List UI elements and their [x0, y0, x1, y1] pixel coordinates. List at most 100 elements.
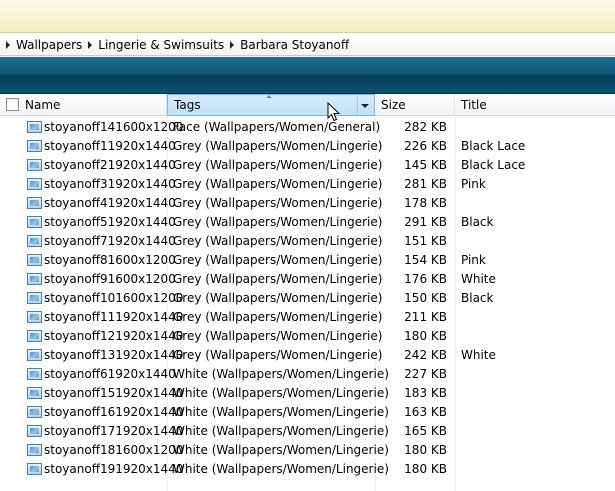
file-row[interactable]: stoyanoff71920x1440 Grey (Wallpapers/Wome… [0, 232, 615, 251]
file-row[interactable]: stoyanoff41920x1440 Grey (Wallpapers/Wome… [0, 194, 615, 213]
file-title: Black [461, 291, 494, 305]
header-divider [357, 97, 358, 114]
file-name: stoyanoff191920x1440 [44, 462, 184, 476]
file-row[interactable]: stoyanoff61920x1440 White (Wallpapers/Wom… [0, 365, 615, 384]
chevron-right-icon[interactable] [230, 40, 235, 49]
image-file-icon [27, 349, 42, 361]
sort-up-icon [266, 95, 272, 98]
file-title: Pink [461, 253, 486, 267]
image-file-icon [27, 311, 42, 323]
file-name: stoyanoff141600x1200 [44, 120, 184, 134]
file-tags: Grey (Wallpapers/Women/Lingerie) [173, 139, 383, 153]
breadcrumb: Wallpapers Lingerie & Swimsuits Barbara … [0, 34, 615, 56]
file-row[interactable]: stoyanoff131920x1440 Grey (Wallpapers/Wom… [0, 346, 615, 365]
image-file-icon [27, 368, 42, 380]
chevron-down-icon[interactable] [361, 104, 369, 108]
file-tags: White (Wallpapers/Women/Lingerie) [173, 367, 389, 381]
image-file-icon [27, 425, 42, 437]
file-size: 226 KB [404, 139, 447, 153]
breadcrumb-label[interactable]: Wallpapers [16, 38, 82, 52]
file-size: 211 KB [404, 310, 447, 324]
file-row[interactable]: stoyanoff181600x1200 White (Wallpapers/Wo… [0, 441, 615, 460]
image-file-icon [27, 387, 42, 399]
file-tags: White (Wallpapers/Women/Lingerie) [173, 386, 389, 400]
image-file-icon [27, 235, 42, 247]
file-size: 163 KB [404, 405, 447, 419]
image-file-icon [27, 406, 42, 418]
breadcrumb-label[interactable]: Lingerie & Swimsuits [98, 38, 224, 52]
file-row[interactable]: stoyanoff51920x1440 Grey (Wallpapers/Wome… [0, 213, 615, 232]
file-name: stoyanoff81600x1200 [44, 253, 176, 267]
column-header-size[interactable]: Size [375, 94, 455, 116]
file-row[interactable]: stoyanoff21920x1440 Grey (Wallpapers/Wome… [0, 156, 615, 175]
file-name: stoyanoff151920x1440 [44, 386, 184, 400]
file-name: stoyanoff101600x1200 [44, 291, 184, 305]
file-size: 282 KB [404, 120, 447, 134]
file-name: stoyanoff61920x1440 [44, 367, 176, 381]
file-row[interactable]: stoyanoff161920x1440 White (Wallpapers/Wo… [0, 403, 615, 422]
file-row[interactable]: stoyanoff111920x1440 Grey (Wallpapers/Wom… [0, 308, 615, 327]
file-title: Black [461, 215, 494, 229]
breadcrumb-item[interactable]: Wallpapers [4, 38, 86, 52]
column-header-name[interactable]: Name [0, 94, 167, 116]
image-file-icon [27, 273, 42, 285]
file-name: stoyanoff131920x1440 [44, 348, 184, 362]
file-title: Black Lace [461, 158, 526, 172]
file-name: stoyanoff181600x1200 [44, 443, 184, 457]
file-tags: White (Wallpapers/Women/Lingerie) [173, 424, 389, 438]
column-header-title[interactable]: Title [455, 94, 615, 116]
image-file-icon [27, 292, 42, 304]
file-size: 150 KB [404, 291, 447, 305]
file-size: 180 KB [404, 329, 447, 343]
column-header-name-label: Name [25, 98, 61, 112]
file-row[interactable]: stoyanoff11920x1440 Grey (Wallpapers/Wome… [0, 137, 615, 156]
file-tags: White (Wallpapers/Women/Lingerie) [173, 405, 389, 419]
file-tags: Grey (Wallpapers/Women/Lingerie) [173, 272, 383, 286]
file-tags: Grey (Wallpapers/Women/Lingerie) [173, 215, 383, 229]
select-all-checkbox[interactable] [6, 98, 19, 111]
file-size: 154 KB [404, 253, 447, 267]
column-header-size-label: Size [381, 98, 406, 112]
column-header-tags[interactable]: Tags [167, 94, 375, 116]
image-file-icon [27, 254, 42, 266]
file-tags: White (Wallpapers/Women/Lingerie) [173, 462, 389, 476]
image-file-icon [27, 140, 42, 152]
file-size: 281 KB [404, 177, 447, 191]
file-name: stoyanoff121920x1440 [44, 329, 184, 343]
file-size: 165 KB [404, 424, 447, 438]
file-row[interactable]: stoyanoff81600x1200 Grey (Wallpapers/Wome… [0, 251, 615, 270]
image-file-icon [27, 178, 42, 190]
file-row[interactable]: stoyanoff121920x1440 Grey (Wallpapers/Wom… [0, 327, 615, 346]
file-row[interactable]: stoyanoff141600x1200 Face (Wallpapers/Wom… [0, 118, 615, 137]
file-row[interactable]: stoyanoff31920x1440 Grey (Wallpapers/Wome… [0, 175, 615, 194]
file-name: stoyanoff171920x1440 [44, 424, 184, 438]
image-file-icon [27, 159, 42, 171]
file-title: White [461, 348, 496, 362]
file-row[interactable]: stoyanoff171920x1440 White (Wallpapers/Wo… [0, 422, 615, 441]
file-size: 176 KB [404, 272, 447, 286]
breadcrumb-label[interactable]: Barbara Stoyanoff [240, 38, 349, 52]
column-header-title-label: Title [461, 98, 487, 112]
file-tags: Grey (Wallpapers/Women/Lingerie) [173, 329, 383, 343]
file-row[interactable]: stoyanoff101600x1200 Grey (Wallpapers/Wom… [0, 289, 615, 308]
file-size: 178 KB [404, 196, 447, 210]
image-file-icon [27, 216, 42, 228]
file-name: stoyanoff51920x1440 [44, 215, 176, 229]
file-name: stoyanoff31920x1440 [44, 177, 176, 191]
top-strip [0, 0, 615, 33]
image-file-icon [27, 463, 42, 475]
chevron-right-icon[interactable] [88, 40, 93, 49]
chevron-right-icon[interactable] [6, 40, 10, 49]
file-tags: Grey (Wallpapers/Women/Lingerie) [173, 253, 383, 267]
image-file-icon [27, 444, 42, 456]
file-size: 291 KB [404, 215, 447, 229]
breadcrumb-item[interactable]: Lingerie & Swimsuits [86, 38, 228, 52]
file-name: stoyanoff71920x1440 [44, 234, 176, 248]
breadcrumb-item[interactable]: Barbara Stoyanoff [228, 38, 353, 52]
file-tags: Grey (Wallpapers/Women/Lingerie) [173, 348, 383, 362]
file-row[interactable]: stoyanoff91600x1200 Grey (Wallpapers/Wome… [0, 270, 615, 289]
file-row[interactable]: stoyanoff191920x1440 White (Wallpapers/Wo… [0, 460, 615, 479]
file-name: stoyanoff111920x1440 [44, 310, 184, 324]
file-title: Pink [461, 177, 486, 191]
file-row[interactable]: stoyanoff151920x1440 White (Wallpapers/Wo… [0, 384, 615, 403]
